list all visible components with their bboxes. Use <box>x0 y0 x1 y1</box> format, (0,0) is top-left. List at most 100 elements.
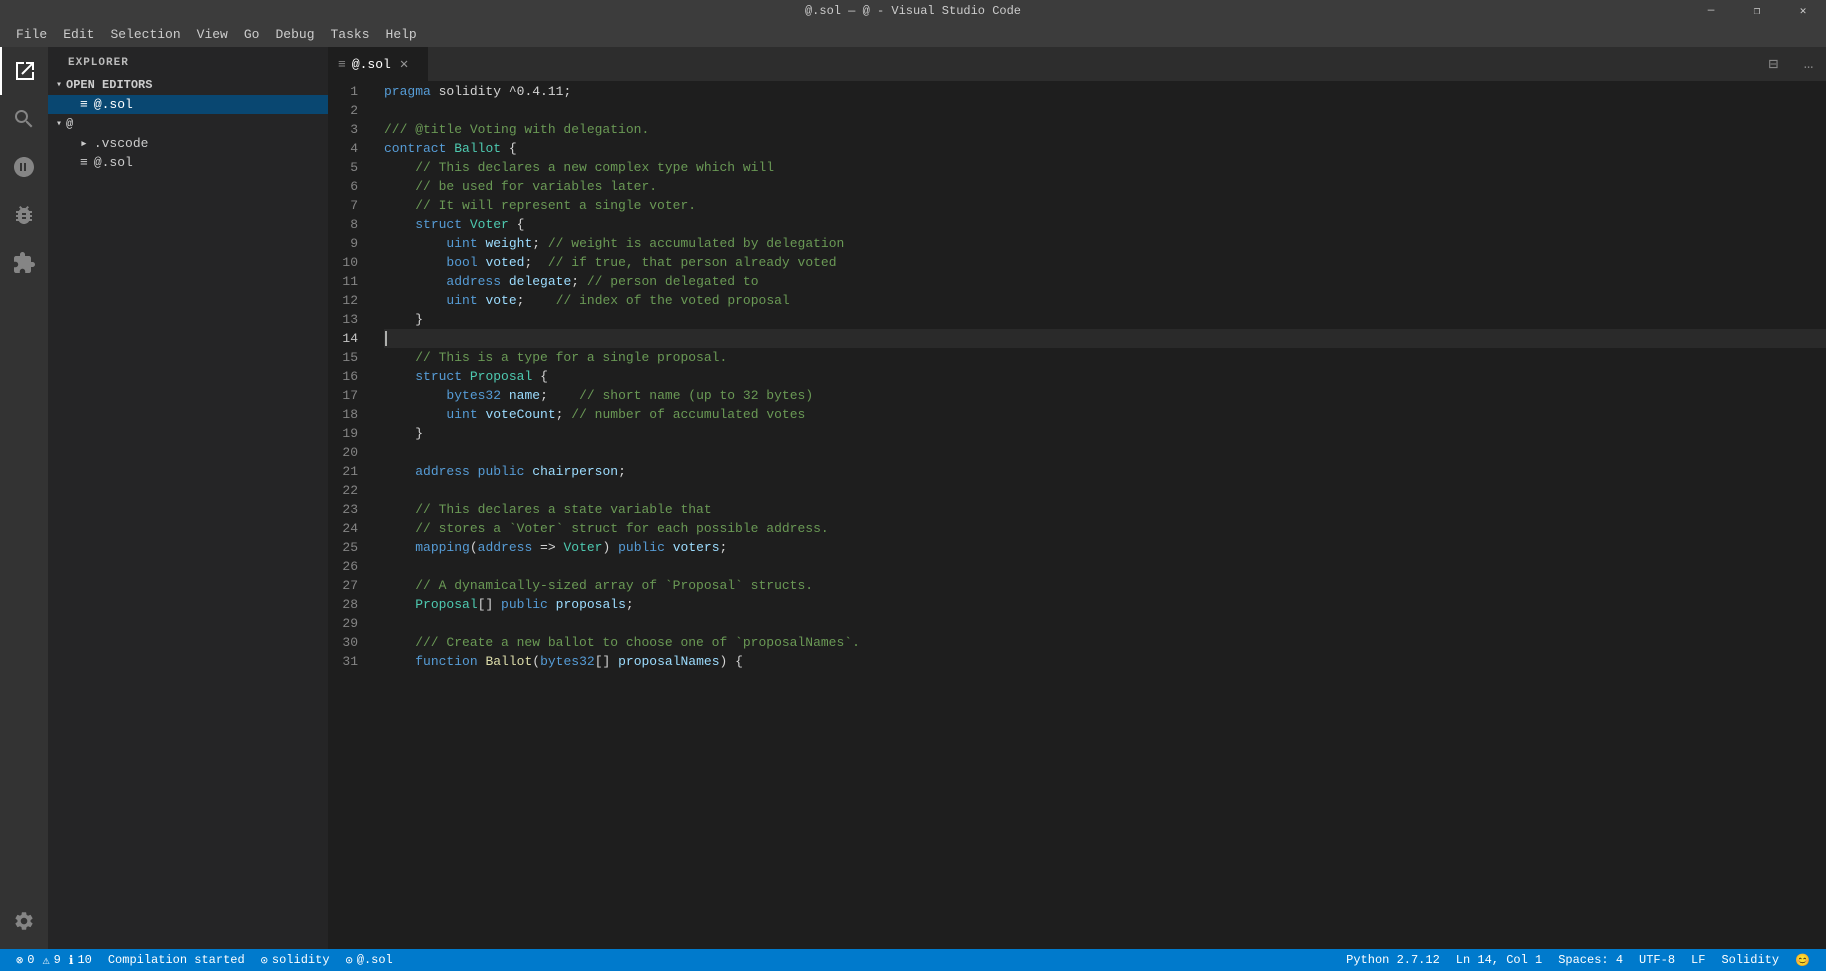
token <box>478 652 486 671</box>
code-line-1: pragma solidity ^0.4.11; <box>384 82 1826 101</box>
token: [] <box>478 595 501 614</box>
close-button[interactable]: ✕ <box>1780 0 1826 22</box>
token: uint <box>446 405 477 424</box>
extensions-activity-icon[interactable] <box>0 239 48 287</box>
maximize-button[interactable]: ❐ <box>1734 0 1780 22</box>
token: /// @title Voting with delegation. <box>384 120 649 139</box>
code-line-25: mapping(address => Voter) public voters; <box>384 538 1826 557</box>
token <box>478 253 486 272</box>
open-editor-sol-item[interactable]: ≡ @.sol <box>48 95 328 114</box>
code-line-12: uint vote; // index of the voted proposa… <box>384 291 1826 310</box>
menu-help[interactable]: Help <box>378 24 425 45</box>
compilation-label: Compilation started <box>108 953 245 967</box>
token: ) <box>602 538 618 557</box>
source-control-activity-icon[interactable] <box>0 143 48 191</box>
token: ; <box>532 234 548 253</box>
open-editor-sol-label: @.sol <box>94 97 133 112</box>
code-area[interactable]: pragma solidity ^0.4.11; /// @title Voti… <box>376 82 1826 949</box>
line-29: 29 <box>328 614 366 633</box>
split-editor-button[interactable]: ⊟ <box>1756 47 1791 81</box>
search-activity-icon[interactable] <box>0 95 48 143</box>
file-sol-label: @.sol <box>357 953 393 967</box>
menu-view[interactable]: View <box>189 24 236 45</box>
sidebar: EXPLORER ▾ OPEN EDITORS ≡ @.sol ▾ @ ▸ .v… <box>48 47 328 949</box>
code-line-15: // This is a type for a single proposal. <box>384 348 1826 367</box>
spaces-label: Spaces: 4 <box>1558 953 1623 967</box>
line-ending-status[interactable]: LF <box>1683 949 1713 971</box>
token <box>384 291 446 310</box>
workspace-header[interactable]: ▾ @ <box>48 114 328 134</box>
solidity-status[interactable]: ⊙ solidity <box>253 949 338 971</box>
code-line-14 <box>384 329 1826 348</box>
token: pragma <box>384 82 431 101</box>
file-circle-icon: ⊙ <box>346 953 353 968</box>
python-status[interactable]: Python 2.7.12 <box>1338 949 1448 971</box>
window-title: @.sol — @ - Visual Studio Code <box>805 4 1021 18</box>
menu-tasks[interactable]: Tasks <box>323 24 378 45</box>
menu-selection[interactable]: Selection <box>102 24 188 45</box>
token: vote <box>485 291 516 310</box>
token <box>470 462 478 481</box>
token <box>548 595 556 614</box>
encoding-status[interactable]: UTF-8 <box>1631 949 1683 971</box>
token <box>384 272 446 291</box>
vscode-folder-item[interactable]: ▸ .vscode <box>48 134 328 153</box>
token: ; <box>524 253 547 272</box>
token <box>462 215 470 234</box>
line-31: 31 <box>328 652 366 671</box>
feedback-status[interactable]: 😊 <box>1787 949 1818 971</box>
editor-scroll[interactable]: 1 2 3 4 5 6 7 8 9 10 11 12 13 14 15 16 1… <box>328 82 1826 949</box>
token <box>384 462 415 481</box>
settings-activity-icon[interactable] <box>0 897 48 945</box>
workspace-sol-item[interactable]: ≡ @.sol <box>48 153 328 172</box>
token <box>384 253 446 272</box>
token: proposalNames <box>618 652 719 671</box>
menu-debug[interactable]: Debug <box>267 24 322 45</box>
line-14: 14 <box>328 329 366 348</box>
sidebar-title: EXPLORER <box>48 47 328 75</box>
token: address <box>478 538 533 557</box>
token: delegate <box>509 272 571 291</box>
position-status[interactable]: Ln 14, Col 1 <box>1448 949 1550 971</box>
token: // stores a `Voter` struct for each poss… <box>384 519 829 538</box>
line-28: 28 <box>328 595 366 614</box>
errors-warnings-status[interactable]: ⊗ 0 ⚠ 9 ℹ 10 <box>8 949 100 971</box>
tabs-right-controls: ⊟ … <box>1756 47 1826 81</box>
token: function <box>415 652 477 671</box>
more-actions-button[interactable]: … <box>1791 47 1826 81</box>
tab-sol[interactable]: ≡ @.sol ✕ <box>328 47 428 81</box>
file-sol-status[interactable]: ⊙ @.sol <box>338 949 401 971</box>
menu-file[interactable]: File <box>8 24 55 45</box>
token: { <box>532 367 548 386</box>
token: // if true, that person already voted <box>548 253 837 272</box>
warning-count: 9 <box>54 953 61 967</box>
token <box>501 386 509 405</box>
token: ) { <box>720 652 743 671</box>
token <box>446 139 454 158</box>
tab-close-button[interactable]: ✕ <box>397 54 411 75</box>
explorer-activity-icon[interactable] <box>0 47 48 95</box>
open-editors-header[interactable]: ▾ OPEN EDITORS <box>48 75 328 95</box>
code-line-23: // This declares a state variable that <box>384 500 1826 519</box>
debug-activity-icon[interactable] <box>0 191 48 239</box>
token: contract <box>384 139 446 158</box>
compilation-status[interactable]: Compilation started <box>100 949 253 971</box>
token: // person delegated to <box>587 272 759 291</box>
line-12: 12 <box>328 291 366 310</box>
token: ; <box>571 272 587 291</box>
spaces-status[interactable]: Spaces: 4 <box>1550 949 1631 971</box>
token: ^0.4.11; <box>501 82 571 101</box>
token <box>501 272 509 291</box>
line-2: 2 <box>328 101 366 120</box>
minimize-button[interactable]: — <box>1688 0 1734 22</box>
token: ; <box>540 386 579 405</box>
token: struct <box>415 215 462 234</box>
language-status[interactable]: Solidity <box>1713 949 1787 971</box>
code-line-16: struct Proposal { <box>384 367 1826 386</box>
line-10: 10 <box>328 253 366 272</box>
code-line-26 <box>384 557 1826 576</box>
menu-go[interactable]: Go <box>236 24 268 45</box>
error-count: 0 <box>27 953 34 967</box>
token: ; <box>720 538 728 557</box>
menu-edit[interactable]: Edit <box>55 24 102 45</box>
